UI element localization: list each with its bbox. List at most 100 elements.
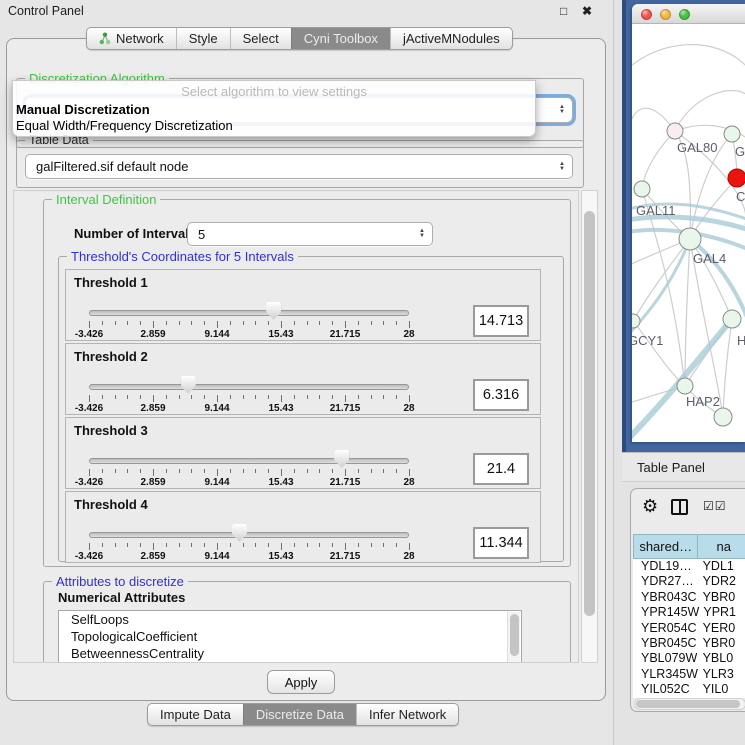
network-node[interactable] — [634, 181, 650, 197]
slider-tick — [307, 321, 308, 325]
table-row[interactable]: YBR043CYBR0 — [633, 590, 745, 605]
table-row[interactable]: YDL19…YDL1 — [633, 559, 745, 574]
network-node[interactable] — [632, 314, 640, 328]
slider-tick — [345, 321, 346, 328]
tab-label: Cyni Toolbox — [304, 31, 378, 46]
threshold-slider-thumb[interactable] — [334, 450, 349, 468]
bottom-tab-impute-data[interactable]: Impute Data — [148, 704, 243, 725]
network-node[interactable] — [728, 169, 745, 187]
numerical-attributes-list[interactable]: SelfLoopsTopologicalCoefficientBetweenne… — [58, 610, 522, 663]
settings-vertical-scrollbar[interactable] — [581, 190, 598, 663]
network-node-label: GA — [735, 144, 745, 159]
attribute-list-item-betweennesscentrality[interactable]: BetweennessCentrality — [59, 645, 521, 662]
network-edge[interactable] — [632, 45, 745, 67]
threshold-slider-track[interactable] — [89, 384, 409, 390]
tab-style[interactable]: Style — [176, 28, 230, 49]
zoom-traffic-light[interactable] — [679, 9, 690, 20]
network-edge[interactable] — [632, 108, 675, 165]
attributes-group-title: Attributes to discretize — [52, 574, 188, 589]
network-node[interactable] — [679, 228, 701, 250]
dropdown-option-equal-width[interactable]: Equal Width/Frequency Discretization — [16, 118, 233, 133]
table-cell: YIL0 — [699, 682, 745, 697]
threshold-label: Threshold 3 — [74, 423, 148, 438]
gear-icon[interactable]: ⚙ — [642, 496, 658, 517]
table-data-combobox[interactable]: galFiltered.sif default node ▲▼ — [25, 154, 573, 179]
threshold-value-field[interactable]: 11.344 — [473, 527, 529, 559]
network-node[interactable] — [714, 408, 732, 426]
apply-button[interactable]: Apply — [267, 670, 335, 694]
threshold-slider-track[interactable] — [89, 532, 409, 538]
table-row[interactable]: YIL052CYIL0 — [633, 682, 745, 697]
columns-icon[interactable] — [671, 499, 688, 515]
network-node[interactable] — [677, 378, 693, 394]
dropdown-option-manual-discretization[interactable]: Manual Discretization — [16, 102, 150, 117]
tab-label: jActiveMNodules — [403, 31, 500, 46]
network-edge[interactable] — [685, 239, 690, 386]
network-node[interactable] — [667, 123, 683, 139]
number-of-intervals-combobox[interactable]: 5 ▲▼ — [187, 222, 433, 246]
slider-tick — [396, 469, 397, 473]
close-window-icon[interactable]: ✖ — [582, 0, 592, 22]
network-node[interactable] — [724, 126, 740, 142]
table-horizontal-scrollbar[interactable] — [634, 698, 745, 710]
network-view-window: GAL80GACGAL11GAL4GCY1HHAP2 — [632, 4, 745, 442]
slider-tick — [332, 395, 333, 399]
slider-tick — [191, 321, 192, 325]
slider-tick-label: 2.859 — [140, 477, 165, 488]
tab-select[interactable]: Select — [230, 28, 291, 49]
slider-tick — [217, 395, 218, 402]
attribute-list-item-selfloops[interactable]: SelfLoops — [59, 611, 521, 628]
network-canvas[interactable]: GAL80GACGAL11GAL4GCY1HHAP2 — [632, 25, 745, 442]
network-edge[interactable] — [723, 319, 732, 417]
slider-tick-label: 9.144 — [204, 477, 229, 488]
slider-tick — [294, 469, 295, 473]
threshold-slider-track[interactable] — [89, 458, 409, 464]
control-panel-window: Control Panel □ ✖ NetworkStyleSelectCyni… — [0, 0, 614, 745]
tab-jactivemnodules[interactable]: jActiveMNodules — [390, 28, 512, 49]
bottom-tab-discretize-data[interactable]: Discretize Data — [243, 704, 356, 725]
float-window-icon[interactable]: □ — [560, 0, 567, 22]
threshold-value-field[interactable]: 6.316 — [473, 379, 529, 411]
table-row[interactable]: YPR145WYPR1 — [633, 605, 745, 620]
table-row[interactable]: YBR045CYBR0 — [633, 636, 745, 651]
slider-tick — [127, 469, 128, 473]
tab-label: Select — [243, 31, 279, 46]
scrollbar-thumb[interactable] — [636, 700, 740, 708]
slider-tick — [319, 395, 320, 399]
slider-tick — [396, 321, 397, 325]
slider-tick-label: 9.144 — [204, 329, 229, 340]
select-checkboxes-icon[interactable]: ☑☑ — [703, 499, 727, 513]
scrollbar-thumb[interactable] — [510, 614, 519, 656]
close-traffic-light[interactable] — [641, 9, 652, 20]
threshold-slider-track[interactable] — [89, 310, 409, 316]
attributes-list-scrollbar[interactable] — [507, 612, 520, 663]
table-row[interactable]: YLR345WYLR3 — [633, 667, 745, 682]
slider-tick — [307, 469, 308, 473]
network-edge[interactable] — [642, 131, 675, 189]
table-cell: YER0 — [699, 621, 745, 636]
threshold-value-field[interactable]: 14.713 — [473, 305, 529, 337]
bottom-tab-label: Infer Network — [369, 707, 446, 722]
table-row[interactable]: YER054CYER0 — [633, 621, 745, 636]
tab-network[interactable]: Network — [87, 28, 176, 49]
threshold-value-field[interactable]: 21.4 — [473, 453, 529, 485]
threshold-row-3: Threshold 3-3.4262.8599.14415.4321.71528… — [65, 417, 541, 489]
table-column-header-1[interactable]: shared… — [633, 534, 698, 559]
table-column-header-2[interactable]: na — [698, 534, 745, 559]
slider-tick — [358, 395, 359, 399]
scrollbar-thumb[interactable] — [584, 211, 595, 616]
attribute-list-item-topologicalcoefficient[interactable]: TopologicalCoefficient — [59, 628, 521, 645]
slider-tick — [204, 543, 205, 547]
table-row[interactable]: YBL079WYBL0 — [633, 651, 745, 666]
threshold-slider-thumb[interactable] — [232, 524, 247, 542]
bottom-tab-infer-network[interactable]: Infer Network — [356, 704, 458, 725]
slider-tick — [409, 543, 410, 550]
network-node[interactable] — [723, 310, 741, 328]
slider-tick — [383, 321, 384, 325]
minimize-traffic-light[interactable] — [660, 9, 671, 20]
threshold-slider-thumb[interactable] — [181, 376, 196, 394]
tab-cyni-toolbox[interactable]: Cyni Toolbox — [291, 28, 390, 49]
threshold-slider-thumb[interactable] — [266, 302, 281, 320]
numerical-attributes-heading: Numerical Attributes — [58, 590, 185, 605]
table-row[interactable]: YDR27…YDR2 — [633, 574, 745, 589]
